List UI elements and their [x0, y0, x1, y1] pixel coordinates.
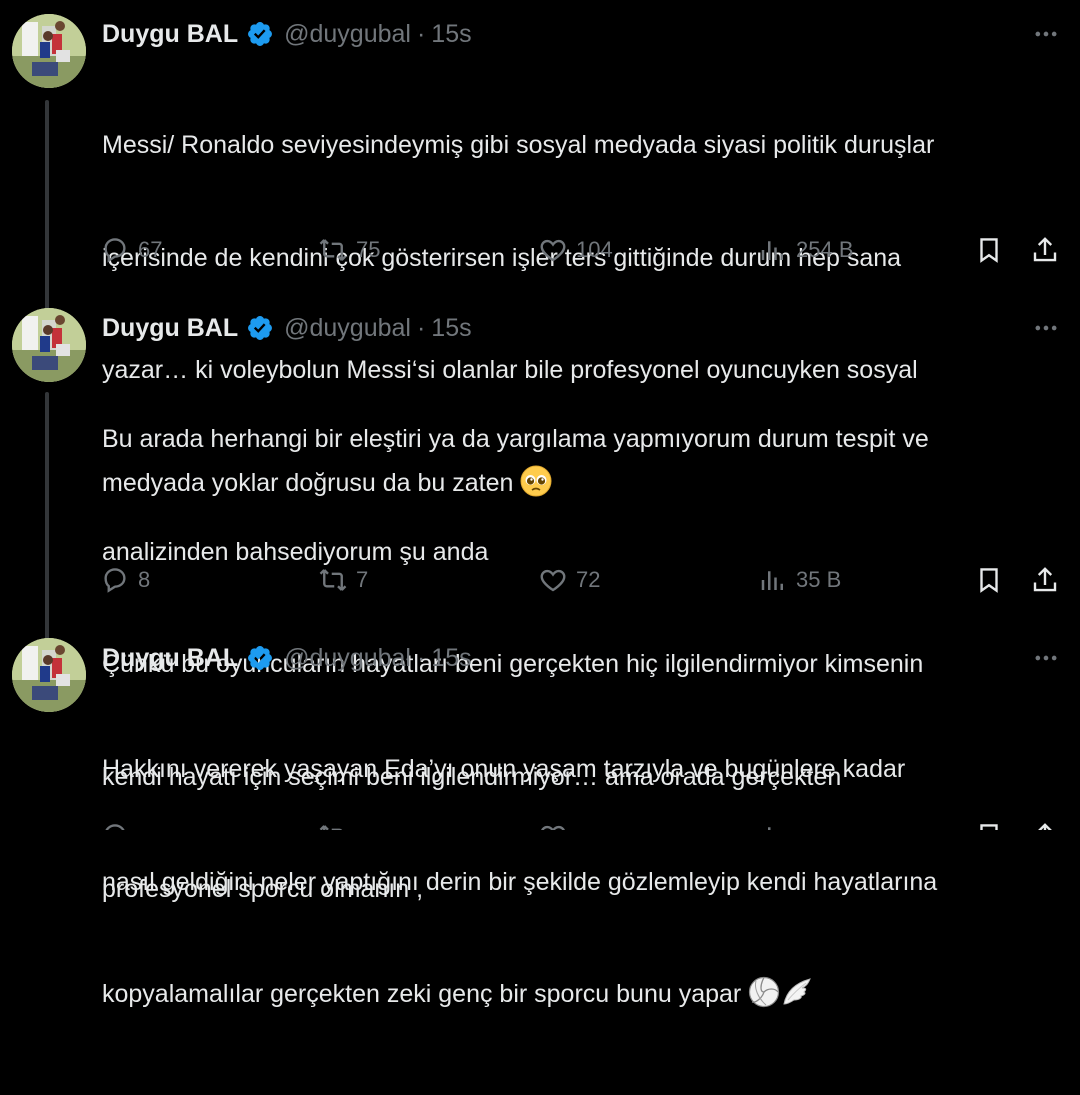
verified-badge-icon[interactable] — [246, 20, 274, 48]
views-icon — [761, 241, 783, 260]
share-button[interactable] — [1030, 230, 1060, 270]
like-button[interactable]: 72 — [538, 560, 600, 600]
tweet-2[interactable]: Duygu BAL @duygubal · 15s Bu arada herha… — [0, 308, 1080, 903]
tweet-1[interactable]: Duygu BAL @duygubal · 15s Messi/ Ronaldo… — [0, 14, 1080, 497]
handle[interactable]: @duygubal — [284, 20, 411, 49]
share-button[interactable] — [1030, 560, 1060, 600]
reply-count: 8 — [138, 567, 151, 592]
bookmark-icon — [980, 824, 998, 830]
reply-count: 67 — [138, 237, 163, 262]
views-button[interactable]: 254 B — [758, 230, 854, 270]
tweet-text-segment: kopyalamalılar gerçekten zeki genç bir s… — [102, 980, 742, 1008]
more-icon[interactable] — [1030, 642, 1062, 674]
like-button[interactable]: 104 — [538, 230, 613, 270]
tweet-text-line: nasıl geldiğini neler yaptığını derin bi… — [102, 867, 938, 896]
repost-count: 75 — [356, 237, 381, 262]
like-icon — [540, 569, 566, 592]
avatar[interactable] — [12, 14, 86, 88]
reply-icon — [105, 824, 125, 830]
tweet-text-line: kopyalamalılar gerçekten zeki genç bir s… — [102, 976, 1062, 1020]
action-bar: 8 7 72 35 B — [100, 560, 1070, 600]
action-bar: 67 75 104 254 B — [100, 230, 1070, 270]
separator: · — [416, 643, 426, 672]
action-bar-partial — [100, 816, 1070, 830]
like-icon — [540, 239, 566, 262]
tweet-header: Duygu BAL @duygubal · 15s — [102, 638, 472, 678]
repost-count: 7 — [356, 567, 369, 592]
share-button[interactable] — [1030, 816, 1060, 830]
views-icon — [761, 571, 783, 590]
wing-emoji — [780, 976, 814, 1020]
views-count: 254 B — [796, 237, 854, 262]
separator: · — [416, 19, 426, 48]
handle[interactable]: @duygubal — [284, 314, 411, 343]
like-button[interactable] — [538, 816, 568, 830]
avatar[interactable] — [12, 638, 86, 712]
repost-icon — [319, 569, 347, 591]
avatar[interactable] — [12, 308, 86, 382]
like-count: 72 — [576, 567, 601, 592]
bookmark-button[interactable] — [974, 816, 1004, 830]
thread-line — [45, 100, 49, 314]
display-name[interactable]: Duygu BAL — [102, 644, 238, 673]
bookmark-icon — [980, 568, 998, 593]
timestamp[interactable]: 15s — [431, 644, 471, 673]
verified-badge-icon[interactable] — [246, 644, 274, 672]
reply-icon — [104, 238, 126, 263]
tweet-3[interactable]: Duygu BAL @duygubal · 15s Hakkını verere… — [0, 638, 1080, 1008]
thread-line — [45, 392, 49, 640]
share-icon — [1038, 823, 1052, 830]
tweet-text-line: Bu arada herhangi bir eleştiri ya da yar… — [102, 425, 929, 453]
timestamp[interactable]: 15s — [431, 314, 471, 343]
tweet-text-line: Messi/ Ronaldo seviyesindeymiş gibi sosy… — [102, 131, 935, 159]
bookmark-icon — [980, 238, 998, 263]
repost-button[interactable] — [318, 816, 348, 830]
handle[interactable]: @duygubal — [284, 644, 411, 673]
more-icon[interactable] — [1030, 312, 1062, 344]
bookmark-button[interactable] — [974, 230, 1004, 270]
more-icon[interactable] — [1030, 18, 1062, 50]
share-icon — [1033, 567, 1057, 592]
reply-button[interactable]: 8 — [100, 560, 150, 600]
like-count: 104 — [576, 237, 613, 262]
like-icon — [541, 825, 565, 830]
bookmark-button[interactable] — [974, 560, 1004, 600]
repost-icon — [319, 825, 343, 830]
reply-button[interactable] — [100, 816, 130, 830]
volleyball-emoji — [748, 976, 780, 1020]
display-name[interactable]: Duygu BAL — [102, 314, 238, 343]
reply-icon — [104, 568, 126, 593]
views-button[interactable] — [758, 816, 788, 830]
repost-button[interactable]: 75 — [318, 230, 380, 270]
separator: · — [416, 313, 426, 342]
tweet-header: Duygu BAL @duygubal · 15s — [102, 14, 472, 54]
display-name[interactable]: Duygu BAL — [102, 20, 238, 49]
repost-icon — [319, 239, 347, 261]
views-button[interactable]: 35 B — [758, 560, 841, 600]
tweet-header: Duygu BAL @duygubal · 15s — [102, 308, 472, 348]
tweet-text: Hakkını vererek yaşayan Eda’yı onun yaşa… — [102, 676, 1062, 1095]
tweet-text-line: Hakkını vererek yaşayan Eda’yı onun yaşa… — [102, 755, 906, 783]
reply-button[interactable]: 67 — [100, 230, 162, 270]
timestamp[interactable]: 15s — [431, 20, 471, 49]
repost-button[interactable]: 7 — [318, 560, 368, 600]
views-icon — [768, 827, 771, 830]
share-icon — [1033, 237, 1057, 262]
views-count: 35 B — [796, 567, 842, 592]
verified-badge-icon[interactable] — [246, 314, 274, 342]
